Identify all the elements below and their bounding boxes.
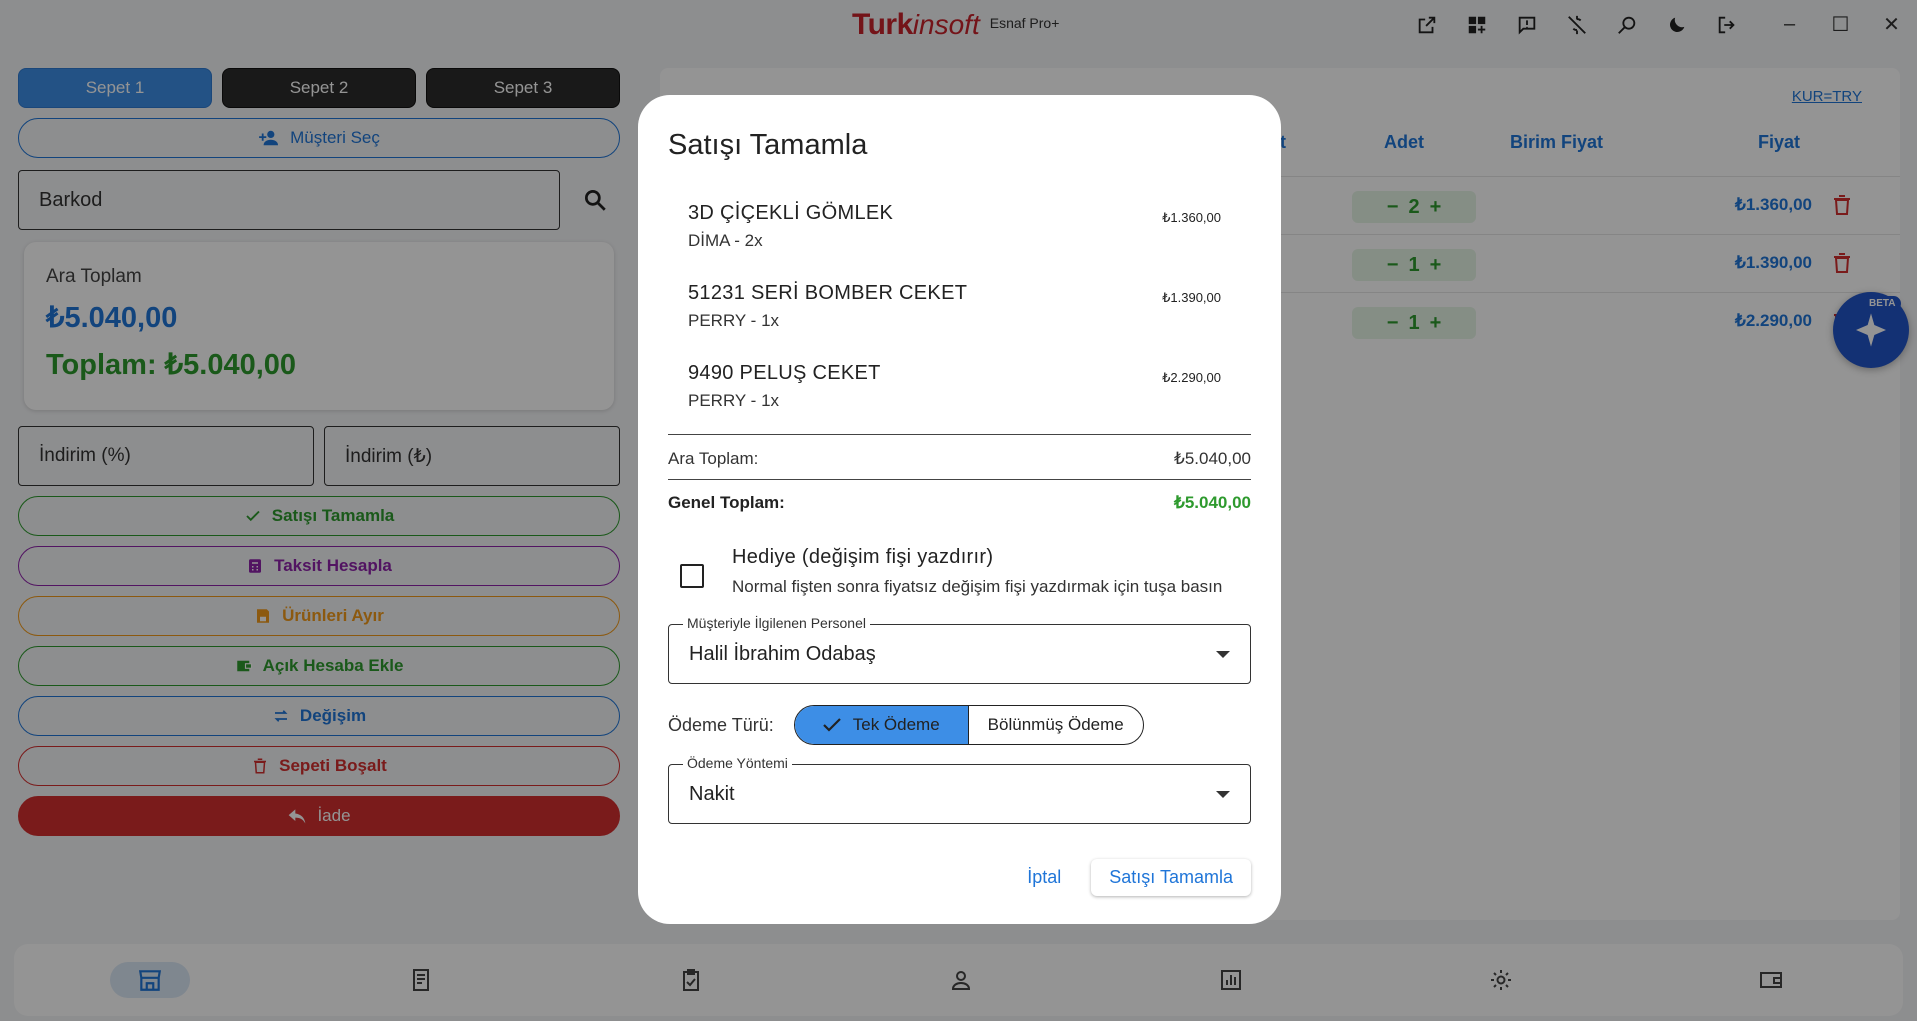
- sale-item: 51231 SERİ BOMBER CEKET PERRY - 1x ₺1.390,…: [688, 282, 1251, 331]
- grand-total-label: Genel Toplam:: [668, 493, 785, 512]
- payment-method-value: Nakit: [689, 783, 735, 805]
- gift-title: Hediye (değişim fişi yazdırır): [732, 546, 994, 568]
- gift-checkbox[interactable]: [680, 564, 704, 588]
- staff-value: Halil İbrahim Odabaş: [689, 643, 876, 665]
- payment-type-label: Ödeme Türü:: [668, 714, 774, 735]
- dropdown-caret-icon: [1216, 651, 1230, 658]
- item-detail: PERRY - 1x: [688, 391, 780, 410]
- complete-sale-dialog: Satışı Tamamla 3D ÇİÇEKLİ GÖMLEK DİMA - 2…: [638, 95, 1281, 924]
- dropdown-caret-icon: [1216, 791, 1230, 798]
- gift-description: Normal fişten sonra fiyatsız değişim fiş…: [732, 577, 1223, 596]
- item-detail: DİMA - 2x: [688, 231, 763, 250]
- divider: [668, 434, 1251, 435]
- cancel-button[interactable]: İptal: [1015, 859, 1073, 896]
- grand-total-value: ₺5.040,00: [1174, 493, 1251, 512]
- sale-item: 9490 PELUŞ CEKET PERRY - 1x ₺2.290,00: [688, 362, 1251, 411]
- payment-type-toggle: Tek Ödeme Bölünmüş Ödeme: [793, 705, 1144, 745]
- single-payment-label: Tek Ödeme: [852, 715, 940, 734]
- item-price: ₺2.290,00: [1162, 370, 1221, 385]
- item-detail: PERRY - 1x: [688, 311, 780, 330]
- single-payment-option[interactable]: Tek Ödeme: [794, 706, 969, 744]
- divider: [668, 479, 1251, 480]
- payment-method-label: Ödeme Yöntemi: [683, 755, 792, 771]
- confirm-sale-button[interactable]: Satışı Tamamla: [1091, 859, 1251, 896]
- sale-item: 3D ÇİÇEKLİ GÖMLEK DİMA - 2x ₺1.360,00: [688, 202, 1251, 251]
- dialog-title: Satışı Tamamla: [668, 129, 868, 161]
- staff-select[interactable]: Müşteriyle İlgilenen Personel Halil İbra…: [668, 615, 1251, 684]
- staff-label: Müşteriyle İlgilenen Personel: [683, 615, 870, 631]
- dialog-subtotal-label: Ara Toplam:: [668, 449, 759, 468]
- check-icon: [822, 718, 841, 732]
- split-payment-option[interactable]: Bölünmüş Ödeme: [969, 706, 1143, 744]
- item-price: ₺1.390,00: [1162, 290, 1221, 305]
- payment-method-select[interactable]: Ödeme Yöntemi Nakit: [668, 755, 1251, 824]
- dialog-subtotal-value: ₺5.040,00: [1174, 449, 1251, 468]
- item-price: ₺1.360,00: [1162, 210, 1221, 225]
